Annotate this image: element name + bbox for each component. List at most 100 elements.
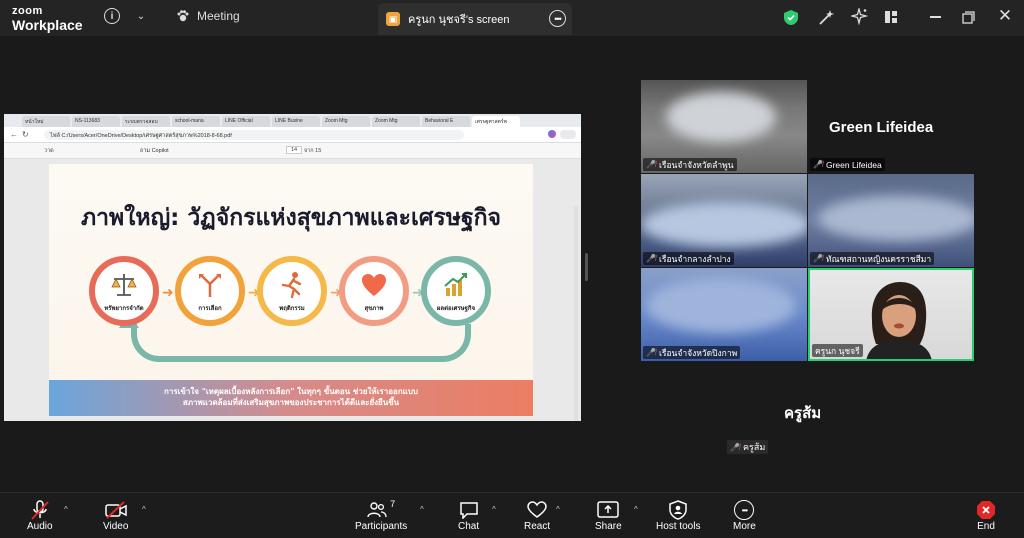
zoom-window: zoom Workplace i ⌄ Meeting ▣ ครูนก นุชจร… xyxy=(0,0,1024,538)
direction-arrows-icon xyxy=(199,273,221,297)
chat-options-caret-icon[interactable]: ^ xyxy=(492,505,496,514)
browser-tab[interactable]: LINE Official xyxy=(222,116,270,127)
step-health: สุขภาพ xyxy=(339,256,409,326)
video-label: Video xyxy=(103,521,129,532)
shield-security-icon[interactable] xyxy=(783,9,799,26)
panel-resize-handle[interactable] xyxy=(585,253,588,281)
participant-name-tag: 🎤̸ ครูส้ม xyxy=(727,440,769,454)
minimize-icon[interactable] xyxy=(928,10,942,24)
step-label: พฤติกรรม xyxy=(279,304,305,312)
browser-tab[interactable]: NS-113683 xyxy=(72,116,120,127)
end-button[interactable]: End xyxy=(976,499,996,532)
participant-name-tag: 🎤̸ เรือนจำจังหวัดลำพูน xyxy=(643,158,737,171)
video-options-caret-icon[interactable]: ^ xyxy=(142,505,146,514)
participants-button[interactable]: 7 Participants xyxy=(355,499,407,532)
participant-name-tag: 🎤̸ เรือนจำจังหวัดปิงกาพ xyxy=(643,346,741,359)
scale-icon xyxy=(111,273,137,296)
audio-button[interactable]: Audio xyxy=(27,499,53,532)
screen-tab-title: ครูนก นุชจรี's screen xyxy=(408,14,510,26)
pdf-toolbar: วาด ถาม Copilot 14 จาก 15 xyxy=(4,143,581,159)
presenter-video xyxy=(866,282,932,359)
url-field[interactable]: ไฟล์ C:/Users/Acer/OneDrive/Desktop/เศรษ… xyxy=(44,130,464,140)
video-off-icon xyxy=(104,501,127,519)
more-button[interactable]: ••• More xyxy=(733,499,756,532)
share-label: Share xyxy=(595,521,622,532)
refresh-icon[interactable]: ↻ xyxy=(22,130,29,139)
mic-muted-icon: 🎤̸ xyxy=(646,254,656,263)
end-call-icon xyxy=(977,501,995,519)
video-tile[interactable]: 🎤̸ เรือนจำจังหวัดลำพูน xyxy=(641,80,807,173)
restore-window-icon[interactable] xyxy=(962,11,975,24)
screen-tab-more-icon[interactable]: ••• xyxy=(549,10,566,27)
copilot-icon[interactable] xyxy=(548,130,556,138)
close-icon[interactable]: ✕ xyxy=(997,6,1013,25)
page-number-field[interactable]: 14 xyxy=(286,146,303,154)
address-bar: ← ↻ ไฟล์ C:/Users/Acer/OneDrive/Desktop/… xyxy=(4,127,581,143)
video-tile[interactable]: 🎤̸ เรือนจำกลางลำปาง xyxy=(641,174,807,267)
end-label: End xyxy=(977,521,995,532)
video-button[interactable]: Video xyxy=(103,499,128,532)
chevron-down-icon[interactable]: ⌄ xyxy=(134,9,148,23)
participant-display-name: ครูส้ม xyxy=(784,405,822,422)
share-options-caret-icon[interactable]: ^ xyxy=(634,505,638,514)
browser-tab[interactable]: Zoom Mtg xyxy=(322,116,370,127)
participant-name-tag: 🎤̸ ทัณฑสถานหญิงนครราชสีมา xyxy=(810,252,935,265)
video-tile[interactable]: 🎤̸ ทัณฑสถานหญิงนครราชสีมา xyxy=(808,174,974,267)
more-icon: ••• xyxy=(734,500,755,520)
audio-options-caret-icon[interactable]: ^ xyxy=(64,505,68,514)
meeting-label: Meeting xyxy=(197,9,240,23)
host-tools-button[interactable]: Host tools xyxy=(656,499,700,532)
participants-count: 7 xyxy=(390,499,396,509)
shared-screen-view[interactable]: หน้าใหม่ NS-113683 ระบบตรวจสอบ school-ma… xyxy=(4,114,581,421)
layout-view-icon[interactable] xyxy=(884,10,898,24)
growth-chart-icon xyxy=(444,272,467,296)
browser-tab[interactable]: school-mana xyxy=(172,116,220,127)
share-badge-icon: ▣ xyxy=(386,12,400,26)
slide-banner: การเข้าใจ "เหตุผลเบื้องหลังการเลือก" ในท… xyxy=(49,380,533,416)
profile-icon[interactable] xyxy=(560,130,576,139)
participants-options-caret-icon[interactable]: ^ xyxy=(420,505,424,514)
host-shield-icon xyxy=(669,500,687,520)
audio-label: Audio xyxy=(27,521,53,532)
participant-name-tag: 🎤̸ เรือนจำกลางลำปาง xyxy=(643,252,734,265)
ask-copilot-button[interactable]: ถาม Copilot xyxy=(140,147,169,155)
share-screen-icon xyxy=(597,501,620,518)
ai-sparkle-icon[interactable] xyxy=(851,8,868,25)
browser-tab-active[interactable]: เศรษฐศาสตร์พ xyxy=(472,116,520,127)
pdf-view-label[interactable]: วาด xyxy=(44,147,54,155)
share-button[interactable]: Share xyxy=(595,499,622,532)
slide-title: ภาพใหญ่: วัฏจักรแห่งสุขภาพและเศรษฐกิจ xyxy=(80,205,502,231)
browser-tab[interactable]: Behavioral E xyxy=(422,116,470,127)
step-label: ทรัพยากรจำกัด xyxy=(104,304,144,312)
logo-line2: Workplace xyxy=(12,17,83,33)
runner-icon xyxy=(281,271,302,298)
mic-muted-icon: 🎤̸ xyxy=(813,254,823,263)
react-options-caret-icon[interactable]: ^ xyxy=(556,505,560,514)
paw-icon xyxy=(177,10,189,22)
browser-tab[interactable]: Zoom Mtg xyxy=(372,116,420,127)
cycle-return-arrow xyxy=(131,324,471,362)
pdf-document-area: ภาพใหญ่: วัฏจักรแห่งสุขภาพและเศรษฐกิจ ทร… xyxy=(4,159,581,421)
participant-display-name: Green Lifeidea xyxy=(829,119,934,136)
back-arrow-icon[interactable]: ← xyxy=(10,130,18,139)
browser-tab-strip: หน้าใหม่ NS-113683 ระบบตรวจสอบ school-ma… xyxy=(4,114,581,127)
chat-button[interactable]: Chat xyxy=(458,499,479,532)
video-tile-active-speaker[interactable]: ครูนก นุชจรี xyxy=(808,268,974,361)
info-icon[interactable]: i xyxy=(104,8,120,24)
video-tile[interactable]: 🎤̸ เรือนจำจังหวัดปิงกาพ xyxy=(641,268,807,361)
participants-label: Participants xyxy=(355,521,408,532)
magic-wand-icon[interactable] xyxy=(818,9,835,26)
browser-tab[interactable]: LINE Busine xyxy=(272,116,320,127)
react-button[interactable]: React xyxy=(524,499,550,532)
step-label: ผลต่อเศรษฐกิจ xyxy=(436,304,476,312)
banner-line1: การเข้าใจ "เหตุผลเบื้องหลังการเลือก" ในท… xyxy=(164,387,418,397)
logo-line1: zoom xyxy=(12,5,43,17)
step-label: การเลือก xyxy=(198,304,222,312)
participants-icon xyxy=(367,502,387,518)
browser-tab[interactable]: ระบบตรวจสอบ xyxy=(122,116,170,127)
pdf-scrollbar[interactable] xyxy=(574,206,578,421)
screen-share-tab[interactable]: ▣ ครูนก นุชจรี's screen ••• xyxy=(378,3,572,35)
more-label: More xyxy=(733,521,756,532)
browser-tab[interactable]: หน้าใหม่ xyxy=(22,116,70,127)
meeting-label-group[interactable]: Meeting xyxy=(176,9,240,23)
